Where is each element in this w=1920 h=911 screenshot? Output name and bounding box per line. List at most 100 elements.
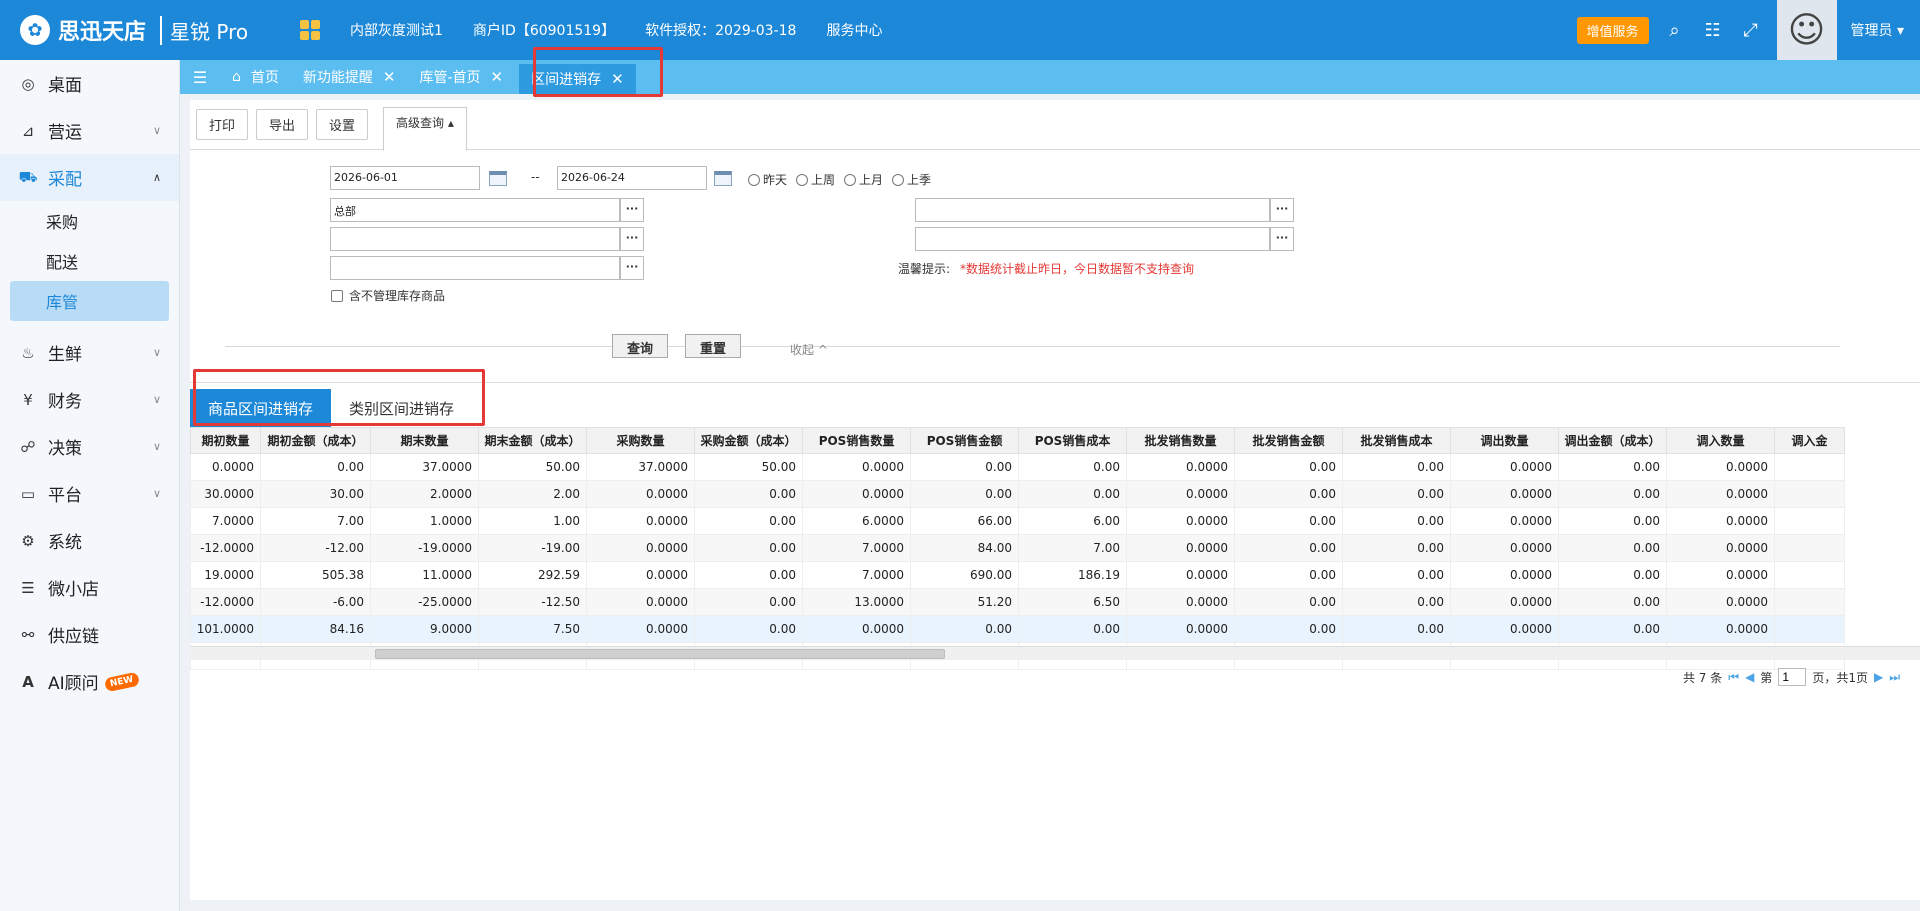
sidebar-sub-inventory[interactable]: 库管: [10, 281, 169, 321]
sidebar-item-decision[interactable]: ☍ 决策 ∨: [0, 423, 179, 470]
next-page-icon[interactable]: ▶: [1874, 670, 1883, 684]
prev-page-icon[interactable]: ◀: [1745, 670, 1754, 684]
service-center-link[interactable]: 服务中心: [826, 20, 882, 40]
supplier-picker-button[interactable]: ···: [620, 256, 644, 280]
table-row[interactable]: 7.0000 7.00 1.0000 1.00 0.0000 0.00 6.0000 66.0…: [190, 507, 1846, 535]
calendar-icon[interactable]: [711, 166, 735, 190]
table-row[interactable]: -12.0000 -12.00 -19.0000 -19.00 0.0000 0.00 7.…: [190, 534, 1846, 562]
column-header[interactable]: 采购数量: [586, 427, 696, 454]
radio-last-quarter[interactable]: 上季: [892, 171, 931, 188]
column-header[interactable]: 采购金额（成本）: [694, 427, 804, 454]
search-icon[interactable]: ⌕: [1663, 18, 1687, 42]
sidebar-item-ai[interactable]: A AI顾问 NEW: [0, 658, 179, 705]
column-header[interactable]: POS销售金额: [910, 427, 1020, 454]
table-row[interactable]: 19.0000 505.38 11.0000 292.59 0.0000 0.00 7.00…: [190, 561, 1846, 589]
query-form: 日期: 2026-06-01 -- 2026-06-24 昨天 上周 上月 上季…: [190, 150, 1920, 382]
table-cell: 7.0000: [802, 561, 912, 589]
export-button[interactable]: 导出: [256, 109, 309, 140]
category-picker-button[interactable]: ···: [620, 227, 644, 251]
radio-yesterday[interactable]: 昨天: [748, 171, 787, 188]
brand-input[interactable]: [915, 227, 1270, 251]
last-page-icon[interactable]: ⏭: [1889, 670, 1900, 685]
column-header[interactable]: 期初数量: [190, 427, 262, 454]
tab-new-features[interactable]: 新功能提醒 ✕: [291, 60, 408, 94]
chevron-down-icon: ∨: [152, 440, 161, 453]
column-header[interactable]: 批发销售成本: [1342, 427, 1452, 454]
tab-inventory-home[interactable]: 库管-首页 ✕: [407, 60, 515, 94]
settings-button[interactable]: 设置: [316, 109, 369, 140]
sidebar-sub-delivery[interactable]: 配送: [0, 241, 179, 281]
column-header[interactable]: POS销售数量: [802, 427, 912, 454]
table-cell: -12.0000: [190, 588, 262, 616]
column-header[interactable]: 期初金额（成本）: [260, 427, 372, 454]
table-row[interactable]: 30.0000 30.00 2.0000 2.00 0.0000 0.00 0.0000 0.…: [190, 480, 1846, 508]
radio-last-month[interactable]: 上月: [844, 171, 883, 188]
sidebar-item-supply-chain[interactable]: ⚯ 供应链: [0, 611, 179, 658]
supplier-input[interactable]: [330, 256, 620, 280]
store-input[interactable]: 总部: [330, 198, 620, 222]
column-header[interactable]: 调出金额（成本）: [1558, 427, 1668, 454]
reset-button[interactable]: 重置: [685, 334, 742, 358]
table-cell: 7.00: [260, 507, 372, 535]
table-cell: -12.0000: [190, 534, 262, 562]
collapse-link[interactable]: 收起 ^: [790, 341, 828, 358]
column-header[interactable]: 期末数量: [370, 427, 480, 454]
print-button[interactable]: 打印: [196, 109, 249, 140]
close-icon[interactable]: ✕: [491, 68, 504, 86]
fresh-icon: ♨: [21, 343, 35, 362]
store-picker-button[interactable]: ···: [620, 198, 644, 222]
user-menu[interactable]: 管理员 ▾: [1851, 20, 1920, 40]
product-input[interactable]: [915, 198, 1270, 222]
menu-grid-icon[interactable]: ☷: [1701, 18, 1725, 42]
column-header[interactable]: 调入数量: [1666, 427, 1776, 454]
logo-text: 思迅天店: [58, 20, 147, 45]
column-header[interactable]: 调入金: [1774, 427, 1846, 454]
query-button[interactable]: 查询: [612, 334, 669, 358]
avatar[interactable]: ☺: [1776, 0, 1837, 60]
sidebar-item-operation[interactable]: ⊿ 营运 ∨: [0, 107, 179, 154]
main-panel: 打印 导出 设置 高级查询 ▴ 日期: 2026-06-01 -- 2026-0…: [190, 100, 1920, 900]
sidebar-item-desktop[interactable]: ◎ 桌面: [0, 60, 179, 107]
category-input[interactable]: [330, 227, 620, 251]
date-from-input[interactable]: 2026-06-01: [330, 166, 480, 190]
brand-picker-button[interactable]: ···: [1270, 227, 1294, 251]
column-header[interactable]: 批发销售数量: [1126, 427, 1236, 454]
sidebar-item-microshop[interactable]: ☰ 微小店: [0, 564, 179, 611]
table-row[interactable]: 0.0000 0.00 37.0000 50.00 37.0000 50.00 0.0000…: [190, 453, 1846, 481]
include-unmanaged-checkbox[interactable]: 含不管理库存商品: [331, 287, 445, 304]
column-header[interactable]: 批发销售金额: [1234, 427, 1344, 454]
sidebar-item-finance[interactable]: ¥ 财务 ∨: [0, 376, 179, 423]
table-row[interactable]: -12.0000 -6.00 -25.0000 -12.50 0.0000 0.00 13.…: [190, 588, 1846, 616]
scrollbar-thumb[interactable]: [375, 649, 945, 659]
apps-icon[interactable]: [300, 20, 320, 40]
product-picker-button[interactable]: ···: [1270, 198, 1294, 222]
table-cell: 9.0000: [370, 615, 480, 643]
table-cell: 0.0000: [1450, 561, 1560, 589]
table-cell: 0.00: [694, 615, 804, 643]
date-to-input[interactable]: 2026-06-24: [557, 166, 707, 190]
table-cell: 6.50: [1018, 588, 1128, 616]
column-header[interactable]: POS销售成本: [1018, 427, 1128, 454]
sidebar-item-fresh[interactable]: ♨ 生鲜 ∨: [0, 329, 179, 376]
sidebar-sub-buy[interactable]: 采购: [0, 201, 179, 241]
first-page-icon[interactable]: ⏮: [1728, 670, 1739, 685]
page-input[interactable]: [1778, 668, 1807, 686]
date-separator: --: [531, 170, 540, 184]
column-header[interactable]: 调出数量: [1450, 427, 1560, 454]
calendar-icon[interactable]: [486, 166, 510, 190]
sidebar-item-system[interactable]: ⚙ 系统: [0, 517, 179, 564]
radio-last-week[interactable]: 上周: [796, 171, 835, 188]
table-row[interactable]: 101.0000 84.16 9.0000 7.50 0.0000 0.00 0.0000 0…: [190, 615, 1846, 643]
sidebar: ◎ 桌面 ⊿ 营运 ∨ ⛟ 采配 ∧ 采购 配送 库管 ♨ 生鲜 ∨ ¥ 财务 ∨ ☍ 决策 ∨ ▭ 平…: [0, 60, 180, 911]
close-icon[interactable]: ✕: [383, 68, 396, 86]
sidebar-item-platform[interactable]: ▭ 平台 ∨: [0, 470, 179, 517]
sidebar-item-purchase[interactable]: ⛟ 采配 ∧: [0, 154, 179, 201]
logo-pro: 星锐 Pro: [160, 15, 248, 45]
fullscreen-icon[interactable]: ⤢: [1739, 18, 1763, 42]
menu-toggle-icon[interactable]: ☰: [180, 60, 220, 94]
column-header[interactable]: 期末金额（成本）: [478, 427, 588, 454]
advanced-query-tab[interactable]: 高级查询 ▴: [383, 107, 467, 151]
vip-service-button[interactable]: 增值服务: [1576, 16, 1649, 44]
tab-home[interactable]: ⌂ 首页: [220, 60, 291, 94]
horizontal-scrollbar[interactable]: [190, 646, 1920, 660]
